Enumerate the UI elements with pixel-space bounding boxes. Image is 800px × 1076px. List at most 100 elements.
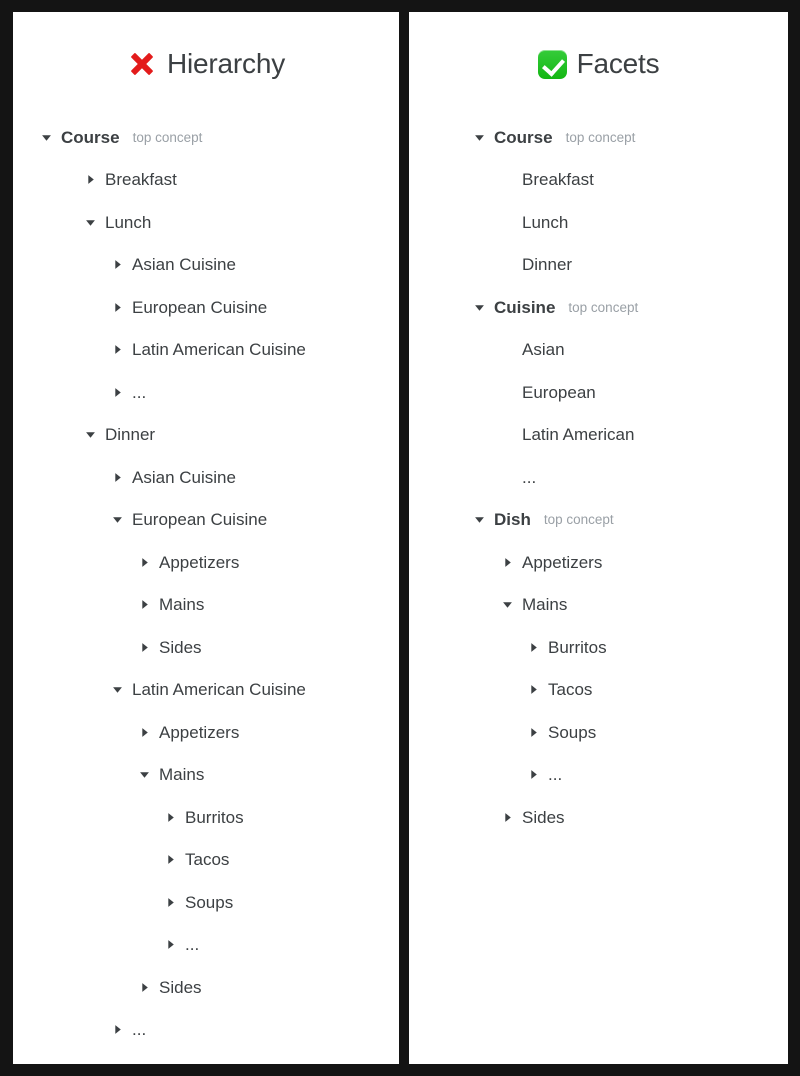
chevron-down-icon[interactable] xyxy=(139,769,152,780)
chevron-right-icon[interactable] xyxy=(528,684,541,695)
no-marker-spacer xyxy=(502,344,515,355)
tree-node-label: Soups xyxy=(185,892,234,912)
tree-node-label: ... xyxy=(548,765,563,785)
tree-node-label: Appetizers xyxy=(159,552,240,572)
chevron-right-icon[interactable] xyxy=(112,344,125,355)
tree-node[interactable]: Soups xyxy=(409,711,788,754)
tree-node-label: ... xyxy=(132,1020,147,1040)
tree-node[interactable]: Mains xyxy=(13,754,399,797)
top-concept-badge: top concept xyxy=(565,129,636,145)
tree-node-label: Appetizers xyxy=(159,722,240,742)
chevron-right-icon[interactable] xyxy=(112,259,125,270)
chevron-down-icon[interactable] xyxy=(474,514,487,525)
tree-node[interactable]: Dish top concept xyxy=(409,499,788,542)
tree-node[interactable]: Mains xyxy=(13,584,399,627)
tree-node[interactable]: Asian xyxy=(409,329,788,372)
tree-node[interactable]: Latin American xyxy=(409,414,788,457)
tree-node[interactable]: Course top concept xyxy=(409,116,788,159)
tree-node-label: Dinner xyxy=(522,255,573,275)
chevron-right-icon[interactable] xyxy=(112,1024,125,1035)
tree-node[interactable]: European Cuisine xyxy=(13,286,399,329)
tree-node[interactable]: ... xyxy=(13,1009,399,1052)
tree-node[interactable]: Breakfast xyxy=(13,159,399,202)
chevron-right-icon[interactable] xyxy=(502,812,515,823)
tree-node[interactable]: Appetizers xyxy=(409,541,788,584)
tree-node[interactable]: Burritos xyxy=(409,626,788,669)
tree-node[interactable]: Sides xyxy=(409,796,788,839)
tree-node[interactable]: Asian Cuisine xyxy=(13,456,399,499)
tree-node[interactable]: Burritos xyxy=(13,796,399,839)
tree-node[interactable]: Mains xyxy=(409,584,788,627)
tree-node[interactable]: ... xyxy=(13,371,399,414)
chevron-right-icon[interactable] xyxy=(528,642,541,653)
chevron-right-icon[interactable] xyxy=(528,727,541,738)
panel-hierarchy-header: Hierarchy xyxy=(13,12,399,116)
chevron-down-icon[interactable] xyxy=(85,217,98,228)
chevron-right-icon[interactable] xyxy=(528,769,541,780)
no-marker-spacer xyxy=(502,472,515,483)
tree-node[interactable]: Appetizers xyxy=(13,541,399,584)
tree-node-label: ... xyxy=(185,935,200,955)
tree-node[interactable]: Cuisine top concept xyxy=(409,286,788,329)
tree-node[interactable]: Soups xyxy=(13,881,399,924)
chevron-right-icon[interactable] xyxy=(165,897,178,908)
chevron-right-icon[interactable] xyxy=(139,557,152,568)
tree-node-label: European Cuisine xyxy=(132,297,268,317)
chevron-right-icon[interactable] xyxy=(165,939,178,950)
tree-node[interactable]: Lunch xyxy=(409,201,788,244)
tree-node-label: Sides xyxy=(522,807,565,827)
cross-mark-icon xyxy=(127,49,157,79)
chevron-right-icon[interactable] xyxy=(139,982,152,993)
tree-node-label: Course xyxy=(494,127,553,147)
tree-node-label: European Cuisine xyxy=(132,510,268,530)
tree-node-label: Dish xyxy=(494,510,531,530)
tree-node[interactable]: Appetizers xyxy=(13,711,399,754)
tree-node[interactable]: Dinner xyxy=(409,244,788,287)
tree-node[interactable]: Latin American Cuisine xyxy=(13,669,399,712)
tree-node[interactable]: European xyxy=(409,371,788,414)
tree-node[interactable]: Dinner xyxy=(13,414,399,457)
chevron-right-icon[interactable] xyxy=(165,854,178,865)
chevron-down-icon[interactable] xyxy=(112,684,125,695)
top-concept-badge: top concept xyxy=(132,129,203,145)
tree-node[interactable]: Course top concept xyxy=(13,116,399,159)
tree-node[interactable]: Latin American Cuisine xyxy=(13,329,399,372)
comparison-figure: Hierarchy Course top concept Breakfast Lunc… xyxy=(0,0,800,1076)
tree-node[interactable]: European Cuisine xyxy=(13,499,399,542)
chevron-right-icon[interactable] xyxy=(85,174,98,185)
chevron-down-icon[interactable] xyxy=(474,132,487,143)
tree-node-label: Latin American Cuisine xyxy=(132,340,306,360)
chevron-right-icon[interactable] xyxy=(139,642,152,653)
tree-node-label: Dinner xyxy=(105,425,156,445)
tree-node[interactable]: Lunch xyxy=(13,201,399,244)
chevron-down-icon[interactable] xyxy=(112,514,125,525)
tree-node[interactable]: Breakfast xyxy=(409,159,788,202)
top-concept-badge: top concept xyxy=(543,512,614,527)
tree-node[interactable]: Asian Cuisine xyxy=(13,244,399,287)
tree-node[interactable]: ... xyxy=(409,456,788,499)
tree-node-label: Soups xyxy=(548,722,597,742)
tree-node[interactable]: Tacos xyxy=(409,669,788,712)
panel-hierarchy: Hierarchy Course top concept Breakfast Lunc… xyxy=(13,12,399,1064)
tree-node-label: Latin American xyxy=(522,425,635,445)
tree-node[interactable]: Tacos xyxy=(13,839,399,882)
chevron-right-icon[interactable] xyxy=(112,302,125,313)
tree-node[interactable]: ... xyxy=(13,924,399,967)
tree-node[interactable]: Sides xyxy=(13,626,399,669)
chevron-right-icon[interactable] xyxy=(165,812,178,823)
tree-node[interactable]: ... xyxy=(409,754,788,797)
chevron-right-icon[interactable] xyxy=(502,557,515,568)
tree-node-label: Asian xyxy=(522,340,565,360)
tree-node[interactable]: Sides xyxy=(13,966,399,1009)
tree-node-label: Course xyxy=(61,127,120,147)
chevron-right-icon[interactable] xyxy=(139,727,152,738)
chevron-down-icon[interactable] xyxy=(474,302,487,313)
chevron-right-icon[interactable] xyxy=(112,387,125,398)
chevron-right-icon[interactable] xyxy=(112,472,125,483)
chevron-right-icon[interactable] xyxy=(139,599,152,610)
tree-node-label: Asian Cuisine xyxy=(132,467,236,487)
chevron-down-icon[interactable] xyxy=(502,599,515,610)
chevron-down-icon[interactable] xyxy=(85,429,98,440)
tree-node-label: Sides xyxy=(159,637,202,657)
chevron-down-icon[interactable] xyxy=(41,132,54,143)
